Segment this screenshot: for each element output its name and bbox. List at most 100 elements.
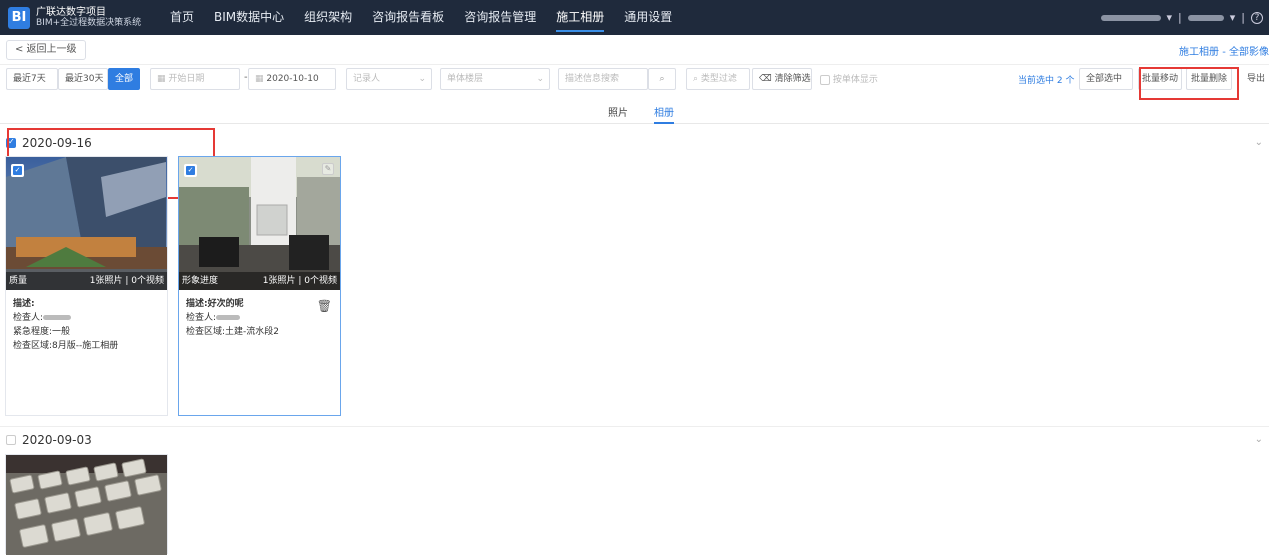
card-counts: 1张照片 | 0个视频: [262, 276, 337, 286]
desc-label: 描述:: [13, 299, 35, 309]
chevron-down-icon: ⌄: [418, 74, 426, 84]
nav-home[interactable]: 首页: [160, 0, 204, 35]
end-date-value: 2020-10-10: [266, 74, 319, 84]
group-checkbox[interactable]: [6, 435, 16, 445]
separator: |: [1178, 11, 1182, 24]
card-info: 描述:好次的呢 检查人: 检查区域:土建-流水段2: [186, 297, 279, 339]
help-icon[interactable]: ?: [1251, 11, 1263, 24]
back-button[interactable]: < 返回上一级: [6, 40, 86, 60]
group-date: 2020-09-16: [22, 136, 92, 150]
inspection-area: 检查区域:8月版--施工相册: [13, 341, 119, 351]
selected-count: 当前选中 2 个: [1018, 76, 1075, 86]
main-nav: 首页 BIM数据中心 组织架构 咨询报告看板 咨询报告管理 施工相册 通用设置: [160, 0, 682, 35]
trash-icon[interactable]: 🗑: [317, 299, 332, 313]
inspector-label: 检查人:: [13, 313, 44, 323]
top-navbar: BI 广联达数字项目 BIM+全过程数据决策系统 首页 BIM数据中心 组织架构…: [0, 0, 1269, 35]
clear-filter-label: 清除筛选: [774, 74, 811, 84]
breadcrumb[interactable]: 施工相册 - 全部影像: [1179, 43, 1269, 58]
recorder-select[interactable]: 记录人 ⌄: [346, 68, 432, 90]
desc-label: 描述:: [186, 299, 208, 309]
filter-icon: ⌕: [693, 74, 701, 84]
album-card[interactable]: ✓ 质量 1张照片 | 0个视频 描述: 检查人: 紧急程度:一般 检查区域:8…: [5, 156, 168, 416]
desc-value: 好次的呢: [207, 299, 244, 309]
view-tabs: 照片 相册: [0, 100, 1269, 124]
type-filter-button[interactable]: ⌕ 类型过滤: [686, 68, 750, 90]
description-search-input[interactable]: 描述信息搜索: [558, 68, 648, 90]
search-placeholder: 描述信息搜索: [565, 74, 620, 84]
nav-report-management[interactable]: 咨询报告管理: [454, 0, 546, 35]
card-counts: 1张照片 | 0个视频: [89, 276, 164, 286]
group-divider: [0, 426, 1269, 427]
edit-icon[interactable]: ✎: [322, 163, 334, 175]
chevron-down-icon[interactable]: ▾: [1230, 11, 1236, 24]
album-card[interactable]: [5, 454, 168, 555]
export-button[interactable]: 导出: [1240, 68, 1269, 90]
sub-header: < 返回上一级 施工相册 - 全部影像: [0, 35, 1269, 65]
range-7-days-button[interactable]: 最近7天: [6, 68, 58, 90]
building-photo: [6, 157, 167, 290]
keyboard-photo: [6, 455, 167, 555]
card-checkbox[interactable]: ✓: [11, 164, 24, 177]
nav-construction-album[interactable]: 施工相册: [546, 0, 614, 35]
app-logo[interactable]: BI: [8, 6, 30, 29]
app-title: 广联达数字项目: [36, 6, 106, 18]
app-subtitle: BIM+全过程数据决策系统: [36, 17, 142, 28]
start-date-placeholder: 开始日期: [168, 74, 205, 84]
group-date: 2020-09-03: [22, 433, 92, 447]
calendar-icon: ▦: [157, 74, 169, 84]
photo-caption-bar: 形象进度 1张照片 | 0个视频: [179, 272, 340, 290]
card-category: 形象进度: [182, 276, 219, 286]
inspector-name: [43, 315, 72, 320]
group-header: 2020-09-16: [6, 135, 92, 151]
album-cover-image[interactable]: ✓ 质量 1张照片 | 0个视频: [6, 157, 167, 290]
floor-placeholder: 单体楼层: [447, 74, 484, 84]
group-checkbox[interactable]: [6, 137, 16, 148]
photo-caption-bar: 质量 1张照片 | 0个视频: [6, 272, 167, 290]
user-area: ▾ | ▾ | ?: [1100, 0, 1263, 35]
range-30-days-button[interactable]: 最近30天: [58, 68, 108, 90]
chevron-down-icon[interactable]: ⌄: [1255, 434, 1263, 445]
card-info: 描述: 检查人: 紧急程度:一般 检查区域:8月版--施工相册: [13, 297, 118, 353]
by-unit-checkbox[interactable]: [820, 74, 830, 85]
tab-photos[interactable]: 照片: [608, 104, 628, 119]
start-date-input[interactable]: ▦ 开始日期: [150, 68, 240, 90]
tab-albums[interactable]: 相册: [654, 104, 674, 124]
batch-move-button[interactable]: 批量移动: [1138, 68, 1182, 90]
select-all-button[interactable]: 全部选中: [1079, 68, 1133, 90]
album-card[interactable]: ✓ ✎ 形象进度 1张照片 | 0个视频 描述:好次的呢 检查人: 检查区域:土…: [178, 156, 341, 416]
inspector-name: [216, 315, 241, 320]
project-selector[interactable]: [1100, 14, 1161, 21]
calendar-icon: ▦: [255, 74, 267, 84]
nav-organization[interactable]: 组织架构: [294, 0, 362, 35]
app-brand: 广联达数字项目 BIM+全过程数据决策系统: [36, 7, 141, 29]
filter-toolbar: 最近7天 最近30天 全部 ▦ 开始日期 - ▦ 2020-10-10 记录人 …: [0, 68, 1269, 94]
by-unit-toggle[interactable]: 按单体显示: [820, 72, 878, 85]
chevron-down-icon[interactable]: ▾: [1167, 11, 1173, 24]
chevron-down-icon[interactable]: ⌄: [1255, 137, 1263, 148]
search-button[interactable]: ⌕: [648, 68, 676, 90]
inspection-area: 检查区域:土建-流水段2: [186, 327, 280, 337]
clear-filter-button[interactable]: ⌫ 清除筛选: [752, 68, 812, 90]
album-cover-image[interactable]: ✓ ✎ 形象进度 1张照片 | 0个视频: [179, 157, 340, 290]
user-menu[interactable]: [1187, 14, 1224, 21]
nav-bim-data-center[interactable]: BIM数据中心: [204, 0, 294, 35]
card-checkbox[interactable]: ✓: [184, 164, 197, 177]
type-filter-label: 类型过滤: [700, 74, 737, 84]
end-date-input[interactable]: ▦ 2020-10-10: [248, 68, 336, 90]
recorder-placeholder: 记录人: [353, 74, 381, 84]
separator: |: [1241, 11, 1245, 24]
group-header: 2020-09-03: [6, 432, 92, 448]
batch-delete-button[interactable]: 批量删除: [1186, 68, 1232, 90]
floor-select[interactable]: 单体楼层 ⌄: [440, 68, 550, 90]
office-photo: [179, 157, 340, 290]
nav-general-settings[interactable]: 通用设置: [614, 0, 682, 35]
inspector-label: 检查人:: [186, 313, 217, 323]
urgency: 紧急程度:一般: [13, 327, 71, 337]
card-category: 质量: [9, 276, 28, 286]
trash-icon: ⌫: [759, 74, 775, 84]
search-icon: ⌕: [659, 74, 665, 84]
by-unit-label: 按单体显示: [832, 75, 878, 85]
range-all-button[interactable]: 全部: [108, 68, 140, 90]
album-cover-image[interactable]: [6, 455, 167, 555]
nav-report-board[interactable]: 咨询报告看板: [362, 0, 454, 35]
